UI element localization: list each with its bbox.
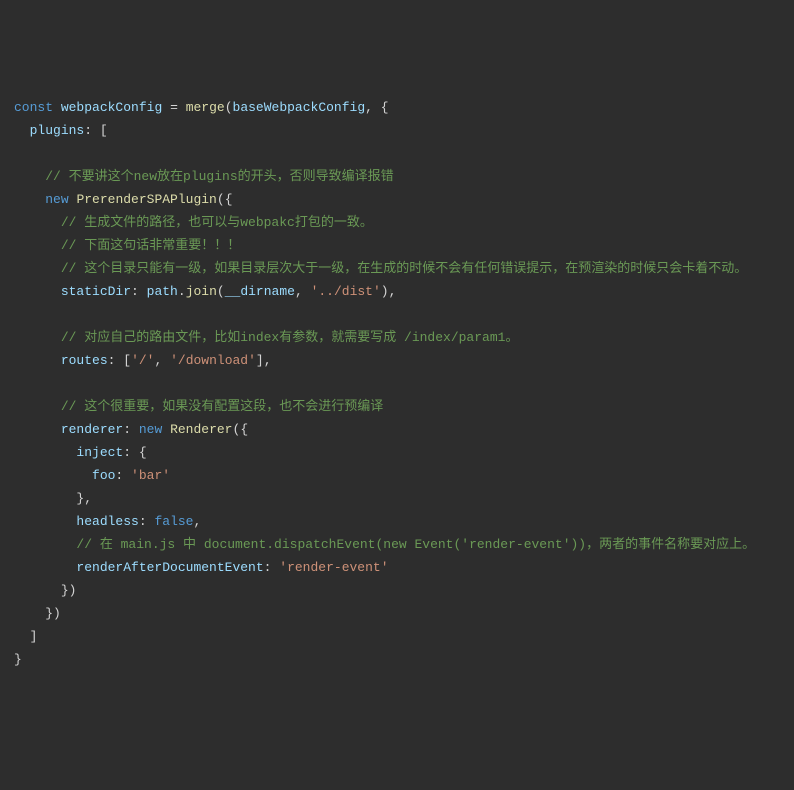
comma: , [154,353,162,368]
comment-line: // 这个目录只能有一级，如果目录层次大于一级，在生成的时候不会有任何错误提示，… [61,261,747,276]
var-webpackConfig: webpackConfig [61,100,162,115]
comment-line: // 在 main.js 中 document.dispatchEvent(ne… [76,537,755,552]
prop-foo: foo [92,468,115,483]
class-Renderer: Renderer [170,422,232,437]
bool-false: false [154,514,193,529]
colon: : [123,445,131,460]
comment-line: // 下面这句话非常重要！！！ [61,238,240,253]
bracket-open: [ [100,123,108,138]
brace-close: } [45,606,53,621]
paren-open: ( [217,284,225,299]
comma: , [84,491,92,506]
bracket-close: ] [256,353,264,368]
paren-close: ) [53,606,61,621]
comment-line: // 生成文件的路径，也可以与webpakc打包的一致。 [61,215,373,230]
code-block: const webpackConfig = merge(baseWebpackC… [14,96,794,671]
fn-join: join [186,284,217,299]
colon: : [84,123,92,138]
var-dirname: __dirname [225,284,295,299]
string-bar: 'bar' [131,468,170,483]
string-download: '/download' [170,353,256,368]
prop-headless: headless [76,514,138,529]
string-dist: '../dist' [311,284,381,299]
paren-close: ) [381,284,389,299]
brace-close: } [14,652,22,667]
obj-path: path [147,284,178,299]
bracket-close: ] [30,629,38,644]
prop-inject: inject [76,445,123,460]
colon: : [139,514,147,529]
paren-open: ( [217,192,225,207]
prop-staticDir: staticDir [61,284,131,299]
brace-open: { [225,192,233,207]
colon: : [131,284,139,299]
prop-renderer: renderer [61,422,123,437]
dot: . [178,284,186,299]
var-baseWebpackConfig: baseWebpackConfig [233,100,366,115]
class-PrerenderSPAPlugin: PrerenderSPAPlugin [76,192,216,207]
fn-merge: merge [186,100,225,115]
string-render-event: 'render-event' [279,560,388,575]
keyword-new: new [139,422,162,437]
string-root: '/' [131,353,154,368]
keyword-const: const [14,100,53,115]
comma: , [193,514,201,529]
brace-open: { [381,100,389,115]
keyword-new: new [45,192,68,207]
prop-plugins: plugins [30,123,85,138]
comma: , [365,100,373,115]
brace-open: { [240,422,248,437]
comma: , [295,284,303,299]
paren-close: ) [69,583,77,598]
comment-line: // 对应自己的路由文件，比如index有参数，就需要写成 /index/par… [61,330,519,345]
comment-line: // 不要讲这个new放在plugins的开头，否则导致编译报错 [45,169,393,184]
colon: : [264,560,272,575]
operator-eq: = [170,100,178,115]
prop-routes: routes [61,353,108,368]
comment-line: // 这个很重要，如果没有配置这段，也不会进行预编译 [61,399,383,414]
colon: : [108,353,116,368]
prop-renderAfterDocumentEvent: renderAfterDocumentEvent [76,560,263,575]
brace-open: { [139,445,147,460]
comma: , [264,353,272,368]
brace-close: } [61,583,69,598]
bracket-open: [ [123,353,131,368]
colon: : [115,468,123,483]
paren-open: ( [225,100,233,115]
comma: , [389,284,397,299]
colon: : [123,422,131,437]
